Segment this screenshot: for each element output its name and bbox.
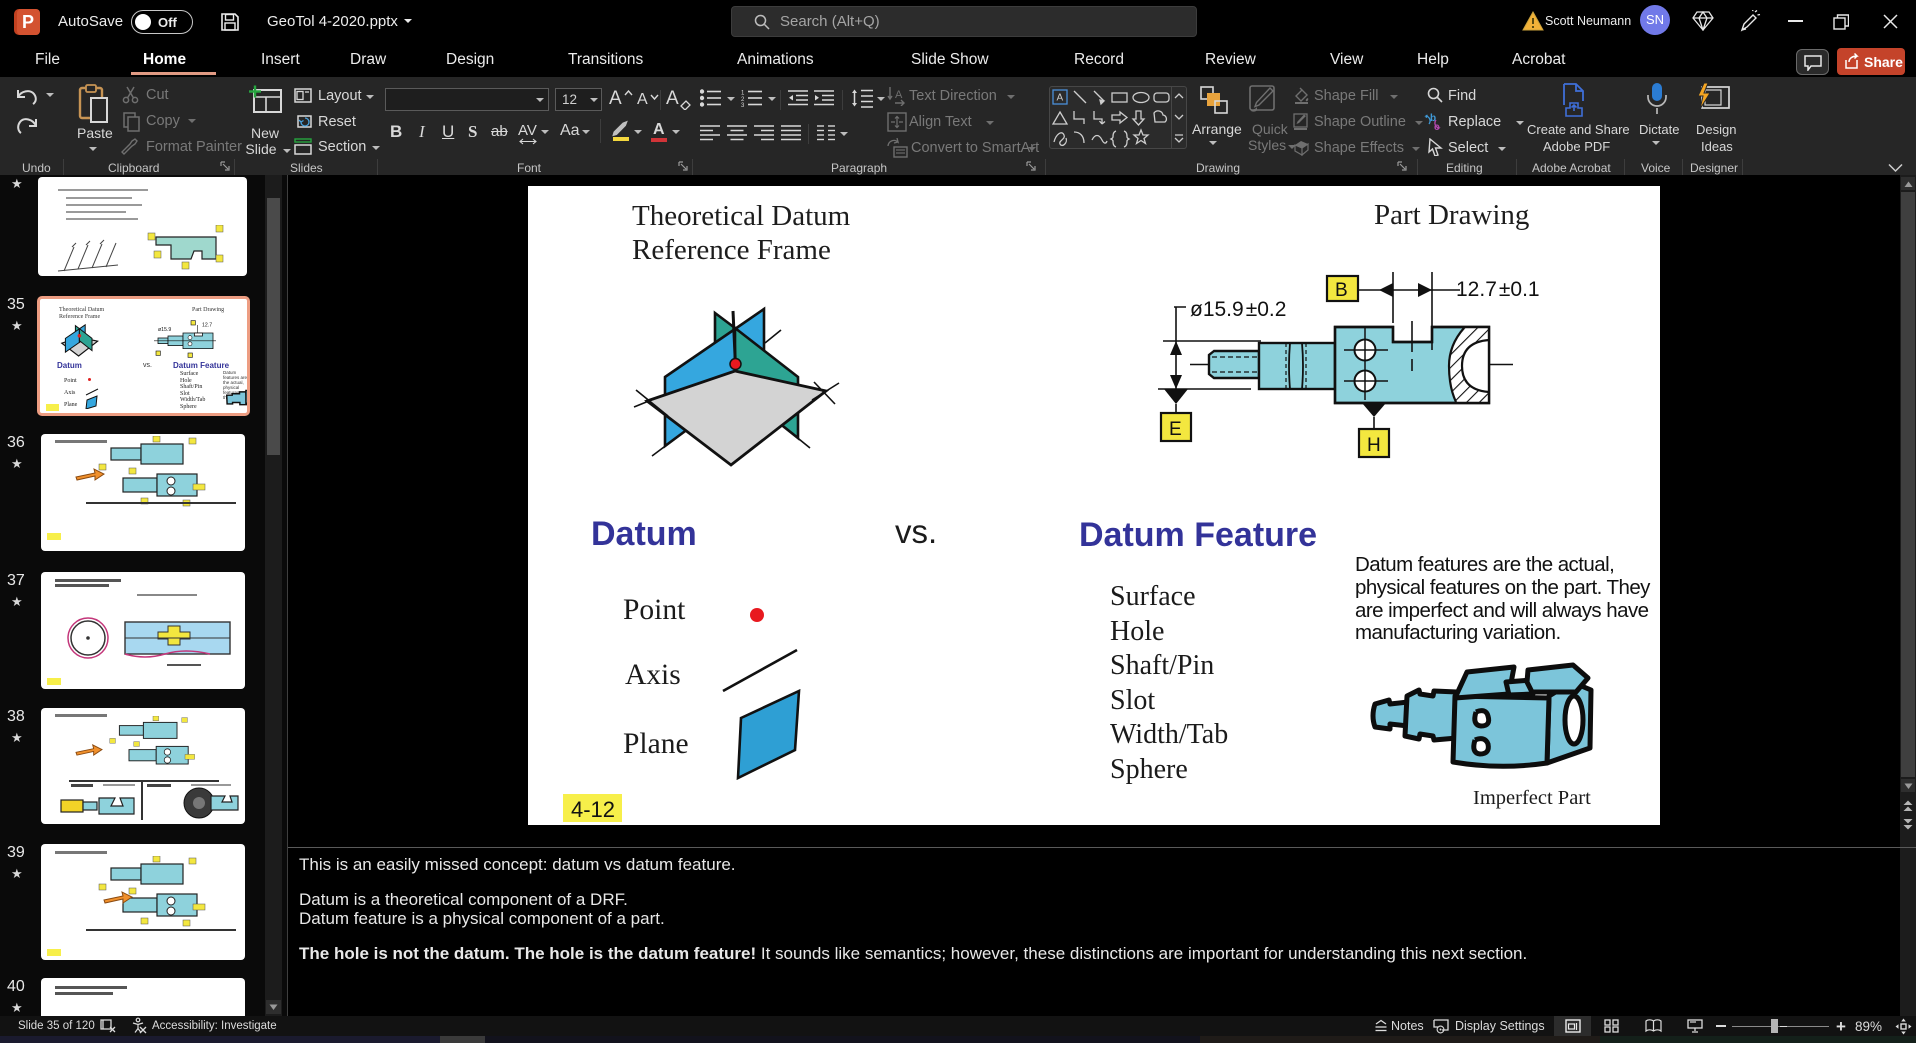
svg-text:3: 3	[741, 103, 745, 107]
svg-text:A: A	[895, 89, 903, 101]
svg-text:A: A	[1057, 93, 1064, 104]
svg-text:H: H	[1367, 435, 1381, 456]
svg-text:12.7: 12.7	[202, 323, 212, 329]
svg-text:ø15.9: ø15.9	[158, 327, 171, 333]
svg-text:1: 1	[741, 91, 745, 97]
svg-text:B: B	[1335, 280, 1348, 301]
svg-text:ø15.9±0.2: ø15.9±0.2	[1190, 298, 1286, 321]
svg-text:E: E	[1169, 419, 1182, 440]
svg-text:12.7±0.1: 12.7±0.1	[1456, 278, 1540, 301]
